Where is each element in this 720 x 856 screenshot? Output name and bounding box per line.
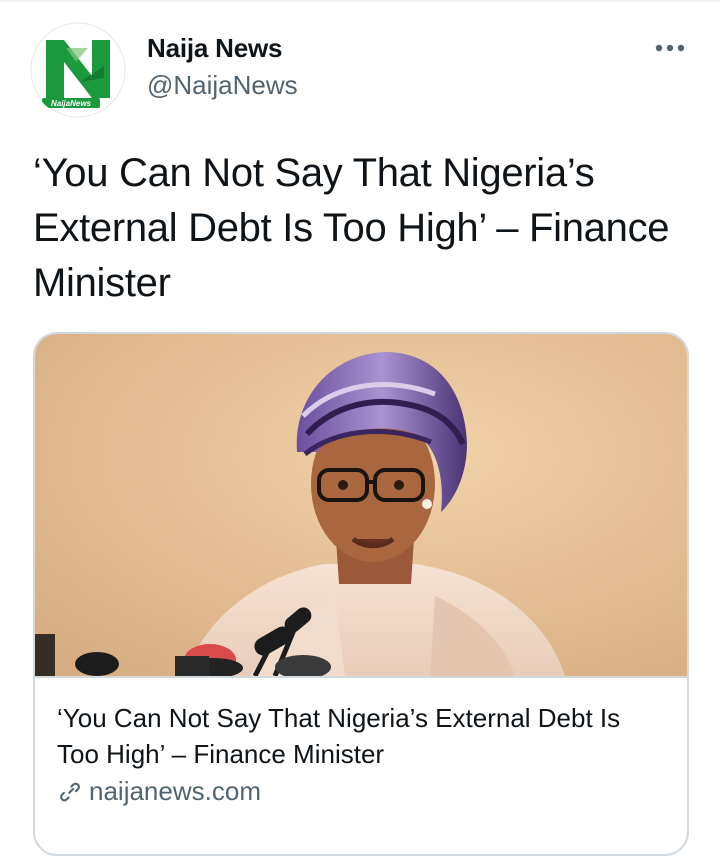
link-card[interactable]: ‘You Can Not Say That Nigeria’s External… xyxy=(33,332,689,856)
link-card-domain-row[interactable]: naijanews.com xyxy=(57,776,261,807)
photo-icon xyxy=(35,334,687,676)
display-name[interactable]: Naija News xyxy=(147,33,282,64)
link-icon xyxy=(60,782,80,801)
card-divider xyxy=(35,676,687,678)
avatar[interactable]: NaijaNews xyxy=(30,22,126,118)
link-card-image[interactable] xyxy=(35,334,687,676)
naija-news-logo-icon: NaijaNews xyxy=(30,22,126,118)
svg-text:NaijaNews: NaijaNews xyxy=(51,99,92,108)
tweet-text: ‘You Can Not Say That Nigeria’s External… xyxy=(33,151,670,305)
link-card-domain[interactable]: naijanews.com xyxy=(89,776,261,807)
top-divider xyxy=(0,0,720,2)
more-options-button[interactable] xyxy=(648,32,692,64)
more-horizontal-icon xyxy=(655,44,685,52)
user-handle[interactable]: @NaijaNews xyxy=(147,70,298,101)
link-card-title[interactable]: ‘You Can Not Say That Nigeria’s External… xyxy=(57,700,667,772)
